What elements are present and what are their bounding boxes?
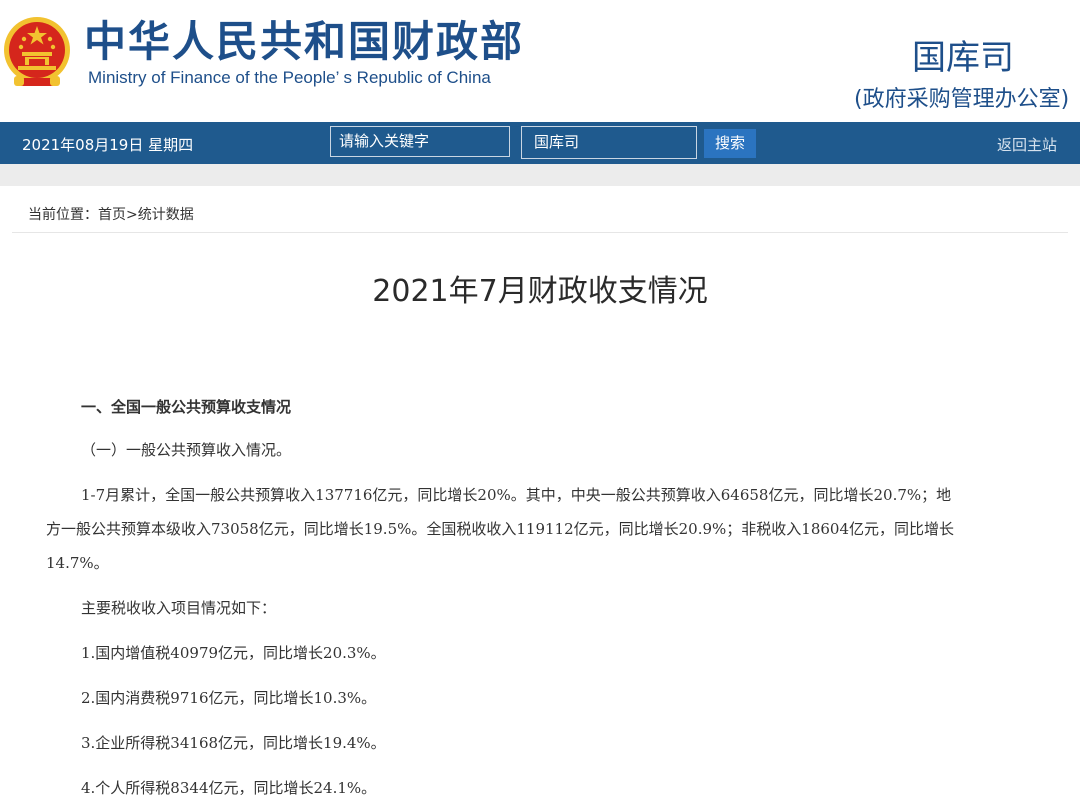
- tax-item: 1.国内增值税40979亿元，同比增长20.3%。: [81, 644, 386, 662]
- current-date: 2021年08月19日 星期四: [22, 136, 194, 154]
- content-area: 当前位置：首页>统计数据 2021年7月财政收支情况 一、全国一般公共预算收支情…: [0, 186, 1080, 810]
- site-header: 中华人民共和国财政部 Ministry of Finance of the Pe…: [0, 0, 1080, 122]
- section-heading: 一、全国一般公共预算收支情况: [81, 398, 292, 416]
- org-name-cn[interactable]: 中华人民共和国财政部: [84, 16, 524, 68]
- department-name: 国库司: [912, 38, 1014, 78]
- breadcrumb-current-link[interactable]: 统计数据: [138, 207, 194, 223]
- paragraph-line: 14.7%。: [46, 554, 109, 572]
- breadcrumb-home-link[interactable]: 首页: [98, 207, 126, 223]
- national-emblem-icon[interactable]: [2, 14, 72, 90]
- sub-heading: （一）一般公共预算收入情况。: [81, 441, 292, 459]
- tax-item: 3.企业所得税34168亿元，同比增长19.4%。: [81, 734, 386, 752]
- paragraph-line: 1-7月累计，全国一般公共预算收入137716亿元，同比增长20%。其中，中央一…: [81, 486, 952, 504]
- tax-item: 4.个人所得税8344亿元，同比增长24.1%。: [81, 779, 377, 797]
- tax-items-intro: 主要税收收入项目情况如下：: [81, 599, 277, 617]
- department-subtitle: (政府采购管理办公室): [854, 87, 1070, 112]
- article-title: 2021年7月财政收支情况: [372, 274, 708, 309]
- search-input[interactable]: 请输入关键字: [330, 126, 510, 157]
- breadcrumb-prefix: 当前位置：: [28, 207, 98, 223]
- search-button[interactable]: 搜索: [704, 129, 756, 158]
- paragraph-line: 方一般公共预算本级收入73058亿元，同比增长19.5%。全国税收收入11911…: [46, 520, 955, 538]
- breadcrumb-divider: [12, 232, 1068, 233]
- breadcrumb-separator: >: [126, 207, 138, 223]
- org-name-en[interactable]: Ministry of Finance of the People’ s Rep…: [88, 68, 491, 88]
- return-home-link[interactable]: 返回主站: [997, 134, 1057, 155]
- search-scope-select[interactable]: 国库司: [521, 126, 697, 159]
- breadcrumb: 当前位置：首页>统计数据: [28, 204, 194, 224]
- tax-item: 2.国内消费税9716亿元，同比增长10.3%。: [81, 689, 377, 707]
- nav-bar: 2021年08月19日 星期四 请输入关键字 国库司 搜索 返回主站: [0, 122, 1080, 164]
